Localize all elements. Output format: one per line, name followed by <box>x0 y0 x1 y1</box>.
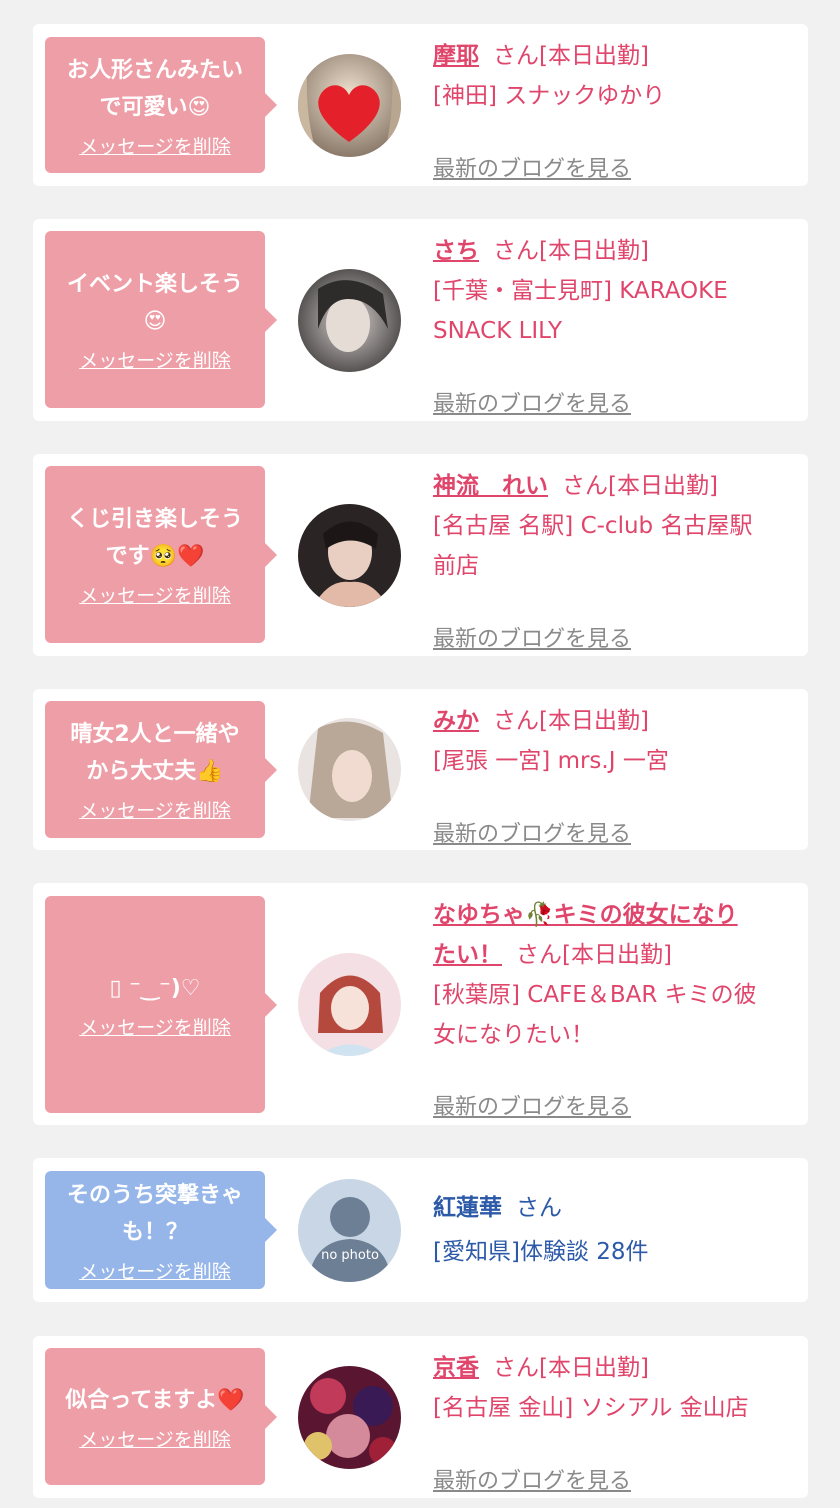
latest-blog-link[interactable]: 最新のブログを見る <box>433 1463 631 1495</box>
avatar[interactable] <box>298 54 401 157</box>
shop-link[interactable]: [名古屋 金山] ソシアル 金山店 <box>433 1388 793 1428</box>
name-suffix: さん[本日出勤] <box>493 238 649 264</box>
shop-link[interactable]: [秋葉原] CAFE＆BAR キミの彼 女になりたい！ <box>433 975 793 1055</box>
message-text: イベント楽しそう 😍 <box>66 272 243 334</box>
info-block: 京香 さん[本日出勤] [名古屋 金山] ソシアル 金山店 最新のブログを見る <box>433 1348 793 1494</box>
message-card: 似合ってますよ❤️ メッセージを削除 京香 さん[本日出勤] [名古屋 金山] ソ… <box>33 1336 808 1498</box>
avatar-photo-icon <box>298 269 401 372</box>
message-card: 晴女2人と一緒や から大丈夫👍 メッセージを削除 みか さん[本日出勤] [尾張 … <box>33 689 808 850</box>
avatar[interactable] <box>298 504 401 607</box>
name-suffix: さん[本日出勤] <box>493 1355 649 1381</box>
shop-link[interactable]: [千葉・富士見町] KARAOKE SNACK LILY <box>433 271 793 351</box>
name-suffix: さん[本日出勤] <box>493 708 649 734</box>
message-bubble: イベント楽しそう 😍 メッセージを削除 <box>45 231 277 408</box>
message-text: ▯ ⁻‿⁻)♡ <box>109 975 201 1001</box>
latest-blog-link[interactable]: 最新のブログを見る <box>433 621 631 653</box>
message-text: 似合ってますよ❤️ <box>65 1387 245 1413</box>
no-photo-silhouette-icon: no photo <box>298 1179 401 1282</box>
name-suffix: さん[本日出勤] <box>493 43 649 69</box>
delete-message-link[interactable]: メッセージを削除 <box>79 346 231 373</box>
delete-message-link[interactable]: メッセージを削除 <box>79 132 231 159</box>
delete-message-link[interactable]: メッセージを削除 <box>79 1013 231 1040</box>
latest-blog-link[interactable]: 最新のブログを見る <box>433 816 631 848</box>
message-text: くじ引き楽しそう です🥺❤️ <box>66 507 243 569</box>
member-name-link[interactable]: さち <box>433 238 479 264</box>
avatar[interactable] <box>298 269 401 372</box>
name-suffix: さん[本日出勤] <box>562 473 718 499</box>
latest-blog-link[interactable]: 最新のブログを見る <box>433 151 631 183</box>
name-suffix: さん[本日出勤] <box>516 942 672 968</box>
delete-message-link[interactable]: メッセージを削除 <box>79 1425 231 1452</box>
avatar[interactable] <box>298 953 401 1056</box>
message-bubble: くじ引き楽しそう です🥺❤️ メッセージを削除 <box>45 466 277 643</box>
info-block: 摩耶 さん[本日出勤] [神田] スナックゆかり 最新のブログを見る <box>433 36 793 182</box>
delete-message-link[interactable]: メッセージを削除 <box>79 1257 231 1284</box>
message-card: くじ引き楽しそう です🥺❤️ メッセージを削除 神流 れい さん[本日出勤] [名… <box>33 454 808 656</box>
message-list: お人形さんみたい で可愛い😍 メッセージを削除 摩耶 さん[本日出勤] [神田] … <box>0 0 840 1508</box>
message-text: 晴女2人と一緒や から大丈夫👍 <box>70 722 240 784</box>
message-card: お人形さんみたい で可愛い😍 メッセージを削除 摩耶 さん[本日出勤] [神田] … <box>33 24 808 186</box>
delete-message-link[interactable]: メッセージを削除 <box>79 581 231 608</box>
avatar-photo-icon <box>298 953 401 1056</box>
delete-message-link[interactable]: メッセージを削除 <box>79 796 231 823</box>
member-name-link[interactable]: 神流 れい <box>433 473 548 499</box>
shop-link[interactable]: [名古屋 名駅] C-club 名古屋駅 前店 <box>433 506 793 586</box>
member-name-link[interactable]: 京香 <box>433 1355 479 1381</box>
message-bubble: 晴女2人と一緒や から大丈夫👍 メッセージを削除 <box>45 701 277 838</box>
info-block: さち さん[本日出勤] [千葉・富士見町] KARAOKE SNACK LILY … <box>433 231 793 417</box>
avatar[interactable]: no photo <box>298 1179 401 1282</box>
no-photo-label: no photo <box>321 1248 379 1263</box>
shop-link[interactable]: [尾張 一宮] mrs.J 一宮 <box>433 741 793 781</box>
shop-link[interactable]: [神田] スナックゆかり <box>433 76 793 116</box>
info-block: みか さん[本日出勤] [尾張 一宮] mrs.J 一宮 最新のブログを見る <box>433 701 793 847</box>
message-text: お人形さんみたい で可愛い😍 <box>66 57 243 120</box>
message-text: そのうち突撃きゃ も！？ <box>66 1182 243 1245</box>
message-bubble: 似合ってますよ❤️ メッセージを削除 <box>45 1348 277 1485</box>
info-block: 紅蓮華 さん [愛知県]体験談 28件 <box>433 1188 793 1272</box>
name-suffix: さん <box>516 1195 562 1221</box>
latest-blog-link[interactable]: 最新のブログを見る <box>433 386 631 418</box>
avatar-photo-icon <box>298 504 401 607</box>
member-name-link[interactable]: みか <box>433 708 479 734</box>
message-bubble: ▯ ⁻‿⁻)♡ メッセージを削除 <box>45 896 277 1113</box>
latest-blog-link[interactable]: 最新のブログを見る <box>433 1089 631 1121</box>
message-bubble: お人形さんみたい で可愛い😍 メッセージを削除 <box>45 37 277 173</box>
message-card: そのうち突撃きゃ も！？ メッセージを削除 no photo 紅蓮華 さん [愛知… <box>33 1158 808 1302</box>
review-link[interactable]: [愛知県]体験談 28件 <box>433 1232 793 1272</box>
message-bubble: そのうち突撃きゃ も！？ メッセージを削除 <box>45 1171 277 1289</box>
info-block: なゆちゃ🥀キミの彼女になり たい！ さん[本日出勤] [秋葉原] CAFE＆BAR… <box>433 895 793 1120</box>
info-block: 神流 れい さん[本日出勤] [名古屋 名駅] C-club 名古屋駅 前店 最新… <box>433 466 793 652</box>
message-card: イベント楽しそう 😍 メッセージを削除 さち さん[本日出勤] [千葉・富士見町]… <box>33 219 808 421</box>
avatar[interactable] <box>298 1366 401 1469</box>
message-card: ▯ ⁻‿⁻)♡ メッセージを削除 なゆちゃ🥀キミの彼女になり たい！ さん[本日出… <box>33 883 808 1125</box>
avatar-photo-heart-icon <box>298 54 401 157</box>
avatar[interactable] <box>298 718 401 821</box>
member-name-link[interactable]: 摩耶 <box>433 43 479 69</box>
avatar-photo-icon <box>298 718 401 821</box>
member-name-link[interactable]: 紅蓮華 <box>433 1195 502 1221</box>
avatar-photo-icon <box>298 1366 401 1469</box>
